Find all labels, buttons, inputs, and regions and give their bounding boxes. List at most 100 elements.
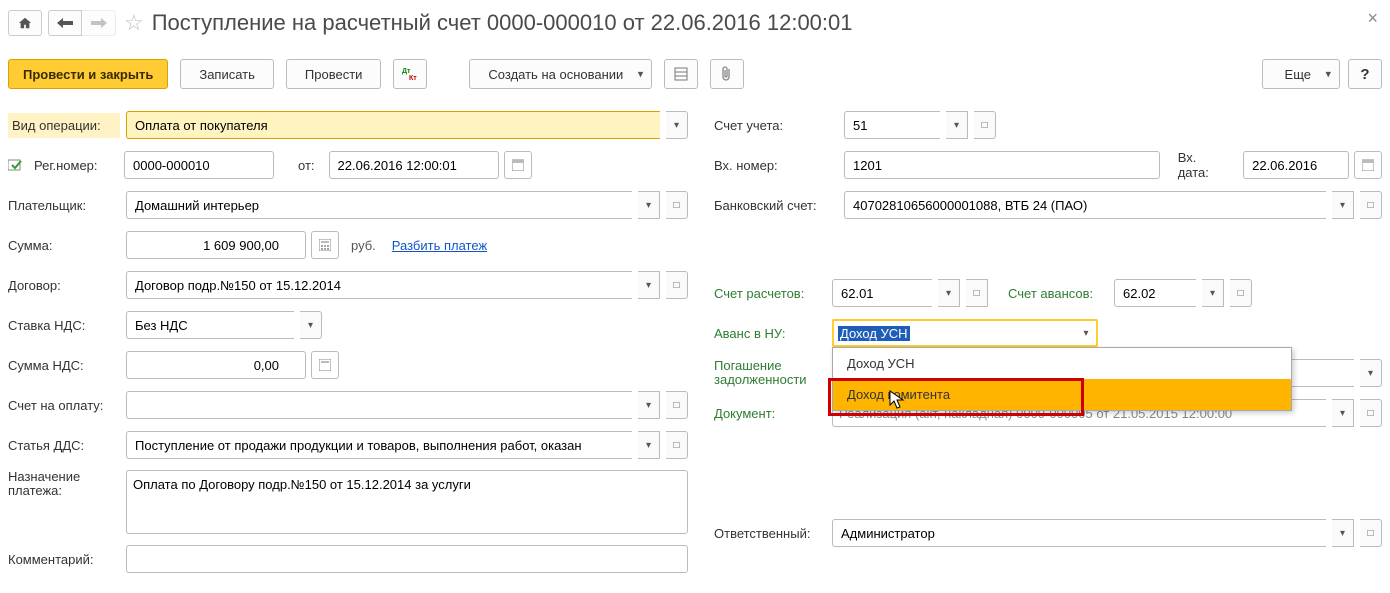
help-button[interactable]: ? [1348,59,1382,89]
innum-field[interactable] [844,151,1160,179]
indate-field[interactable] [1243,151,1349,179]
resp-field[interactable] [832,519,1326,547]
payer-field[interactable] [126,191,632,219]
post-button[interactable]: Провести [286,59,382,89]
vat-sum-field[interactable] [126,351,306,379]
settle-open-icon[interactable]: □ [966,279,988,307]
form: Вид операции: ▾ Рег.номер: от: Плательщи… [8,110,1382,574]
innum-label: Вх. номер: [714,158,838,173]
avans-dropdown-icon[interactable]: ▾ [1076,319,1098,347]
row-regnum: Рег.номер: от: [8,150,688,180]
regnum-field[interactable] [124,151,274,179]
doc-dropdown-icon[interactable]: ▾ [1332,399,1354,427]
vat-sum-calc-icon[interactable] [311,351,339,379]
resp-dropdown-icon[interactable]: ▾ [1332,519,1354,547]
advance-acc-label: Счет авансов: [1008,286,1108,301]
invoice-field[interactable] [126,391,632,419]
resp-label: Ответственный: [714,526,826,541]
dtkt-button[interactable]: Дт Кт [393,59,427,89]
purpose-field[interactable] [126,470,688,534]
sum-field[interactable] [126,231,306,259]
op-type-dropdown-icon[interactable]: ▾ [666,111,688,139]
split-payment-link[interactable]: Разбить платеж [392,238,487,253]
save-button[interactable]: Записать [180,59,274,89]
invoice-label: Счет на оплату: [8,398,120,413]
debt-dropdown-icon[interactable]: ▾ [1360,359,1382,387]
invoice-dropdown-icon[interactable]: ▾ [638,391,660,419]
page-title: Поступление на расчетный счет 0000-00001… [152,10,853,36]
vat-rate-field[interactable] [126,311,294,339]
bank-label: Банковский счет: [714,198,838,213]
row-dds: Статья ДДС: ▾ □ [8,430,688,460]
vat-sum-label: Сумма НДС: [8,358,120,373]
doc-label: Документ: [714,406,826,421]
avans-option-2[interactable]: Доход комитента [833,379,1291,410]
settle-label: Счет расчетов: [714,286,826,301]
contract-label: Договор: [8,278,120,293]
create-based-button[interactable]: Создать на основании [469,59,652,89]
comment-field[interactable] [126,545,688,573]
sum-calc-icon[interactable] [311,231,339,259]
advance-acc-open-icon[interactable]: □ [1230,279,1252,307]
row-op-type: Вид операции: ▾ [8,110,688,140]
account-dropdown-icon[interactable]: ▾ [946,111,968,139]
account-field[interactable] [844,111,940,139]
payer-label: Плательщик: [8,198,120,213]
account-open-icon[interactable]: □ [974,111,996,139]
post-and-close-button[interactable]: Провести и закрыть [8,59,168,89]
dds-dropdown-icon[interactable]: ▾ [638,431,660,459]
bank-field[interactable] [844,191,1326,219]
purpose-label: Назначение платежа: [8,470,120,499]
row-vat-sum: Сумма НДС: [8,350,688,380]
avans-field[interactable]: Доход УСН [832,319,1076,347]
bank-dropdown-icon[interactable]: ▾ [1332,191,1354,219]
advance-acc-field[interactable] [1114,279,1196,307]
favorite-icon[interactable]: ☆ [124,10,144,36]
row-account: Счет учета: ▾ □ [714,110,1382,140]
avans-label: Аванс в НУ: [714,326,826,341]
avans-field-wrapper: Доход УСН ▾ Доход УСН Доход комитента [832,319,1098,347]
toolbar: Провести и закрыть Записать Провести Дт … [8,54,1382,94]
comment-label: Комментарий: [8,552,120,567]
sum-label: Сумма: [8,238,120,253]
row-invoice: Счет на оплату: ▾ □ [8,390,688,420]
right-column: Счет учета: ▾ □ Вх. номер: Вх. дата: Бан… [714,110,1382,574]
back-button[interactable] [48,10,82,36]
contract-open-icon[interactable]: □ [666,271,688,299]
regnum-label: Рег.номер: [34,158,118,173]
structure-button[interactable] [664,59,698,89]
vat-rate-label: Ставка НДС: [8,318,120,333]
bank-open-icon[interactable]: □ [1360,191,1382,219]
date-from-calendar-icon[interactable] [504,151,532,179]
close-button[interactable]: × [1367,8,1378,29]
dds-open-icon[interactable]: □ [666,431,688,459]
advance-acc-dropdown-icon[interactable]: ▾ [1202,279,1224,307]
resp-open-icon[interactable]: □ [1360,519,1382,547]
invoice-open-icon[interactable]: □ [666,391,688,419]
vat-rate-dropdown-icon[interactable]: ▾ [300,311,322,339]
payer-dropdown-icon[interactable]: ▾ [638,191,660,219]
more-button[interactable]: Еще [1262,59,1340,89]
settle-field[interactable] [832,279,932,307]
nav-group [8,10,116,36]
date-from-label: от: [298,158,315,173]
debt-label: Погашение задолженности [714,359,826,388]
avans-value-selected: Доход УСН [838,326,910,341]
payer-open-icon[interactable]: □ [666,191,688,219]
contract-dropdown-icon[interactable]: ▾ [638,271,660,299]
op-type-field[interactable] [126,111,660,139]
avans-option-1[interactable]: Доход УСН [833,348,1291,379]
contract-field[interactable] [126,271,632,299]
row-comment: Комментарий: [8,544,688,574]
doc-open-icon[interactable]: □ [1360,399,1382,427]
attach-button[interactable] [710,59,744,89]
indate-calendar-icon[interactable] [1354,151,1382,179]
title-bar: ☆ Поступление на расчетный счет 0000-000… [8,6,1382,40]
home-button[interactable] [8,10,42,36]
forward-button[interactable] [82,10,116,36]
dds-field[interactable] [126,431,632,459]
date-from-field[interactable] [329,151,499,179]
row-vat-rate: Ставка НДС: ▾ [8,310,688,340]
settle-dropdown-icon[interactable]: ▾ [938,279,960,307]
posted-icon [8,158,28,172]
